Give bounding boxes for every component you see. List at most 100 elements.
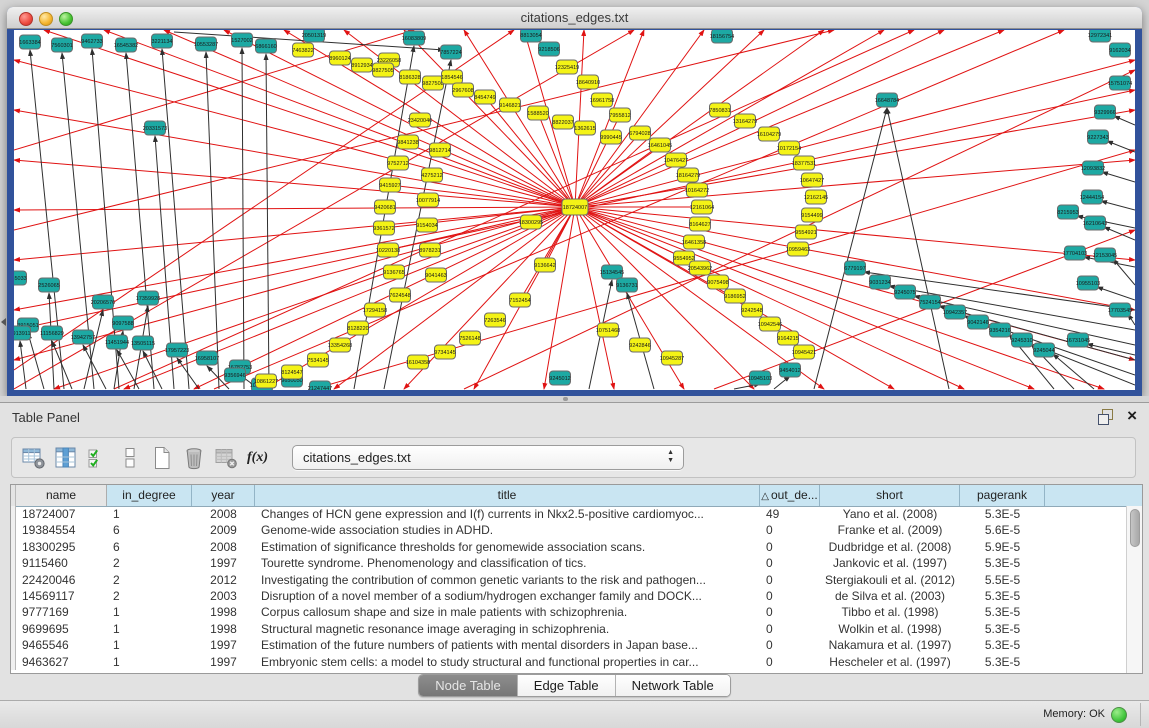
table-row[interactable]: 1938455462009Genome-wide association stu… <box>11 522 1126 538</box>
graph-node[interactable]: 12093832 <box>1081 161 1105 175</box>
graph-node[interactable]: 9218506 <box>538 42 559 56</box>
table-settings-icon[interactable] <box>20 444 47 471</box>
graph-node[interactable]: 9146821 <box>499 98 520 112</box>
graph-node[interactable]: 10164272 <box>685 183 709 197</box>
destroy-table-icon[interactable] <box>212 444 239 471</box>
graph-node[interactable]: 13164279 <box>733 114 757 128</box>
graph-node[interactable]: 10220138 <box>376 243 400 257</box>
graph-node[interactable]: 9454012 <box>779 363 800 377</box>
graph-node[interactable]: 9042146 <box>967 315 988 329</box>
edit-columns-icon[interactable] <box>52 444 79 471</box>
table-row[interactable]: 911546021997Tourette syndrome. Phenomeno… <box>11 555 1126 571</box>
graph-node[interactable]: 9356946 <box>224 368 245 382</box>
graph-node[interactable]: 8186328 <box>399 70 420 84</box>
graph-node[interactable]: 9752712 <box>387 156 408 170</box>
graph-node[interactable]: 8912934 <box>351 58 372 72</box>
graph-node[interactable]: 9245012 <box>549 371 570 385</box>
graph-node[interactable]: 9554921 <box>795 225 816 239</box>
graph-node[interactable]: 18640910 <box>576 75 600 89</box>
table-row[interactable]: 946362711997Embryonic stem cells: a mode… <box>11 654 1126 670</box>
graph-node[interactable]: 8960124 <box>329 51 350 65</box>
graph-node[interactable]: 13354268 <box>328 338 352 352</box>
graph-node[interactable]: 9162034 <box>1109 43 1130 57</box>
graph-node[interactable]: 16961758 <box>590 93 614 107</box>
graph-node[interactable]: 9075498 <box>707 275 728 289</box>
graph-node[interactable]: 9329966 <box>1094 105 1115 119</box>
left-panel-collapse-icon[interactable] <box>1 318 6 326</box>
graph-node[interactable]: 7463822 <box>292 43 313 57</box>
graph-node[interactable]: 23420046 <box>408 113 432 127</box>
graph-node[interactable]: 10945287 <box>660 351 684 365</box>
graph-node[interactable]: 18377531 <box>792 156 816 170</box>
graph-node[interactable]: 16545382 <box>114 38 138 52</box>
graph-node[interactable]: 8128220 <box>347 321 368 335</box>
graph-node[interactable]: 16958107 <box>195 351 219 365</box>
graph-node[interactable]: 6794028 <box>629 126 650 140</box>
graph-node[interactable]: 7850831 <box>709 103 730 117</box>
graph-node[interactable]: 9465033 <box>14 271 27 285</box>
graph-node[interactable]: 9415927 <box>379 178 400 192</box>
graph-node[interactable]: 7857224 <box>440 45 461 59</box>
graph-node[interactable]: 10861227 <box>254 374 278 388</box>
graph-node[interactable]: 18724007 <box>562 199 588 215</box>
citation-network-graph[interactable]: 1663384756030194627331654538232211341055… <box>14 30 1135 390</box>
graph-node[interactable]: 9227343 <box>1087 130 1108 144</box>
graph-node[interactable]: 12972341 <box>1088 30 1112 42</box>
graph-node[interactable]: 15751074 <box>1108 76 1132 90</box>
graph-node[interactable]: 9242846 <box>629 338 650 352</box>
graph-node[interactable]: 1663384 <box>19 35 40 49</box>
table-row[interactable]: 1872400712008Changes of HCN gene express… <box>11 506 1126 522</box>
graph-node[interactable]: 2967608 <box>452 83 473 97</box>
graph-node[interactable]: 8454749 <box>474 90 495 104</box>
graph-node[interactable]: 2526065 <box>38 278 59 292</box>
graph-node[interactable]: 16104279 <box>757 127 781 141</box>
graph-node[interactable]: 12161064 <box>690 200 714 214</box>
graph-node[interactable]: 16210643 <box>1083 216 1107 230</box>
graph-node[interactable]: 9136642 <box>534 258 555 272</box>
graph-node[interactable]: 10945103 <box>748 371 772 385</box>
graph-node[interactable]: 18300295 <box>519 215 543 229</box>
graph-node[interactable]: 8215953 <box>1057 205 1078 219</box>
graph-node[interactable]: 16104358 <box>406 355 430 369</box>
graph-node[interactable]: 12153045 <box>1093 248 1117 262</box>
column-header-title[interactable]: title <box>255 485 760 506</box>
graph-node[interactable]: 15134545 <box>600 265 624 279</box>
graph-node[interactable]: 20206576 <box>91 295 115 309</box>
table-row[interactable]: 946554611997Estimation of the future num… <box>11 637 1126 653</box>
graph-node[interactable]: 16461358 <box>682 235 706 249</box>
graph-node[interactable]: 16083809 <box>402 31 426 45</box>
graph-node[interactable]: 20501319 <box>302 30 326 42</box>
graph-node[interactable]: 9841238 <box>397 135 418 149</box>
graph-node[interactable]: 7263546 <box>484 313 505 327</box>
row-height-icon[interactable] <box>116 444 143 471</box>
float-panel-icon[interactable] <box>1098 409 1113 424</box>
graph-node[interactable]: 12444154 <box>1080 190 1104 204</box>
graph-node[interactable]: 16461045 <box>648 138 672 152</box>
graph-node[interactable]: 13942757 <box>71 330 95 344</box>
new-table-icon[interactable] <box>148 444 175 471</box>
graph-node[interactable]: 8978231 <box>419 243 440 257</box>
graph-node[interactable]: 10955103 <box>1076 276 1100 290</box>
graph-node[interactable]: 17294158 <box>363 303 387 317</box>
splitter-grip[interactable] <box>563 397 568 401</box>
table-row[interactable]: 977716911998Corpus callosum shape and si… <box>11 604 1126 620</box>
graph-node[interactable]: 3913911 <box>14 326 31 340</box>
graph-node[interactable]: 17703545 <box>1108 303 1132 317</box>
graph-node[interactable]: 9164215 <box>777 331 798 345</box>
graph-node[interactable]: 9361572 <box>373 221 394 235</box>
graph-node[interactable]: 8124547 <box>281 365 302 379</box>
graph-node[interactable]: 9990445 <box>600 130 621 144</box>
tab-network-table[interactable]: Network Table <box>616 675 730 696</box>
graph-node[interactable]: 17957223 <box>165 343 189 357</box>
graph-node[interactable]: 9186952 <box>724 289 745 303</box>
graph-node[interactable]: 17704103 <box>1063 246 1087 260</box>
graph-node[interactable]: 3221134 <box>151 34 172 48</box>
graph-node[interactable]: 11156829 <box>40 326 64 340</box>
graph-node[interactable]: 9097588 <box>112 316 133 330</box>
graph-node[interactable]: 9154499 <box>801 208 822 222</box>
graph-node[interactable]: 9245310 <box>1011 333 1032 347</box>
network-view[interactable]: 1663384756030194627331654538232211341055… <box>14 30 1135 390</box>
graph-node[interactable]: 8164627 <box>689 217 710 231</box>
graph-node[interactable]: 11451944 <box>105 335 129 349</box>
function-builder-icon[interactable]: f(x) <box>244 444 271 471</box>
